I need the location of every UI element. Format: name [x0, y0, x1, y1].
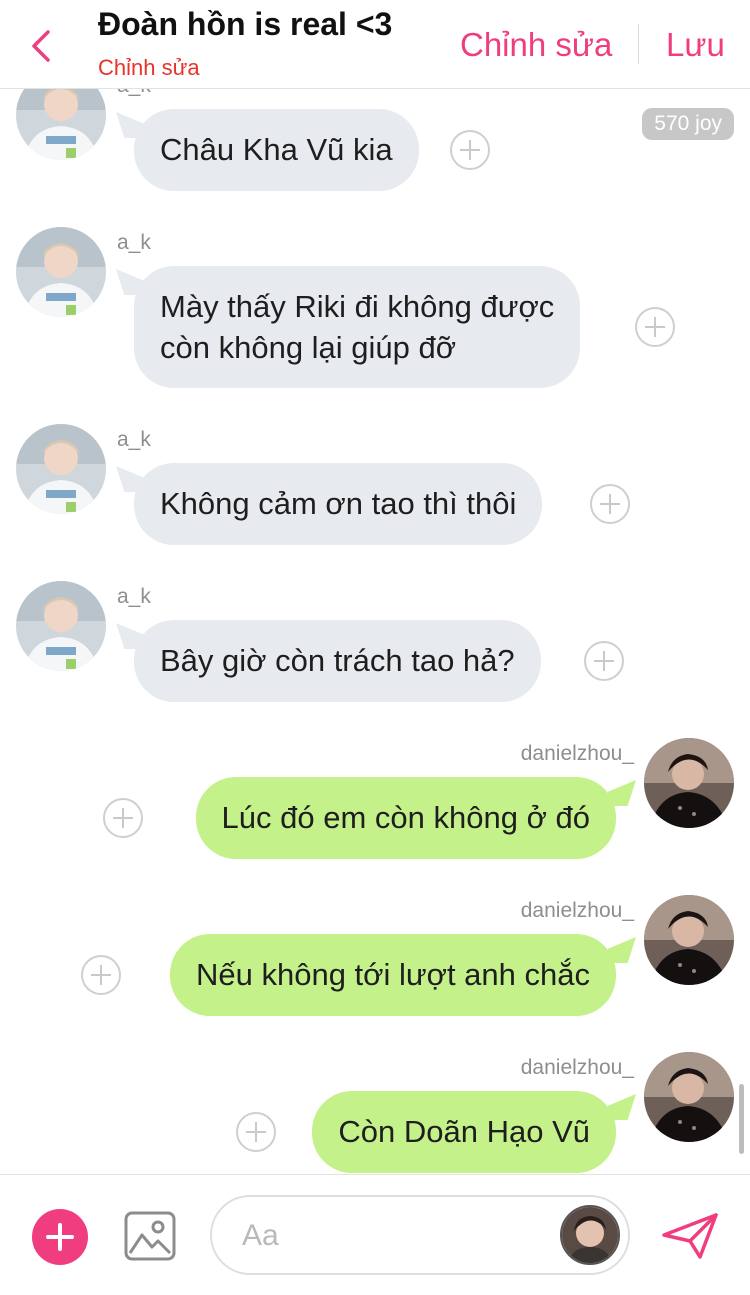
add-reaction-button[interactable] — [584, 641, 624, 681]
image-button[interactable] — [124, 1211, 176, 1261]
avatar[interactable] — [644, 1052, 734, 1142]
message-line: Mày thấy Riki đi không được còn không lạ… — [160, 289, 555, 365]
add-reaction-button[interactable] — [590, 484, 630, 524]
add-button[interactable] — [32, 1209, 88, 1265]
avatar[interactable] — [644, 738, 734, 828]
header-divider — [638, 24, 639, 64]
username: a_k — [117, 231, 151, 254]
chat-header: Đoàn hồn is real <3 Chỉnh sửa Chỉnh sửa … — [0, 0, 750, 89]
composer-bar — [0, 1174, 750, 1295]
username: danielzhou_ — [520, 899, 634, 922]
username: a_k — [117, 428, 151, 451]
add-reaction-button[interactable] — [103, 798, 143, 838]
add-reaction-button[interactable] — [450, 130, 490, 170]
message-list[interactable]: 570 joy a_k Châu Kha Vũ kia a_k Mày thấy… — [0, 88, 750, 1174]
message-bubble[interactable]: Nếu không tới lượt anh chắc — [169, 934, 616, 1016]
username: danielzhou_ — [520, 1056, 634, 1079]
message-bubble[interactable]: Bây giờ còn trách tao hả? — [134, 620, 541, 702]
message-input-box[interactable] — [210, 1195, 630, 1275]
avatar-picker[interactable] — [560, 1205, 620, 1265]
edit-button[interactable]: Chỉnh sửa — [460, 26, 612, 64]
avatar[interactable] — [16, 424, 106, 514]
message-bubble[interactable]: Còn Doãn Hạo Vũ — [312, 1091, 616, 1173]
chevron-left-icon — [32, 30, 50, 62]
username: danielzhou_ — [520, 742, 634, 765]
avatar[interactable] — [16, 581, 106, 671]
image-icon — [124, 1211, 176, 1261]
username: a_k — [117, 585, 151, 608]
scrollbar[interactable] — [739, 1084, 744, 1154]
message-bubble[interactable]: Châu Kha Vũ kia — [134, 109, 419, 191]
message-input[interactable] — [240, 1213, 544, 1259]
back-button[interactable] — [22, 24, 66, 68]
add-reaction-button[interactable] — [236, 1112, 276, 1152]
add-reaction-button[interactable] — [635, 307, 675, 347]
add-reaction-button[interactable] — [81, 955, 121, 995]
avatar[interactable] — [16, 88, 106, 160]
message-bubble[interactable]: Mày thấy Riki đi không được còn không lạ… — [134, 266, 581, 388]
avatar[interactable] — [644, 895, 734, 985]
send-button[interactable] — [660, 1211, 720, 1261]
save-button[interactable]: Lưu — [666, 26, 725, 64]
message-bubble[interactable]: Không cảm ơn tao thì thôi — [134, 463, 543, 545]
avatar[interactable] — [16, 227, 106, 317]
chat-subtitle[interactable]: Chỉnh sửa — [98, 55, 200, 81]
username: a_k — [117, 88, 151, 98]
send-icon — [662, 1213, 718, 1259]
joy-badge: 570 joy — [642, 108, 734, 140]
message-bubble[interactable]: Lúc đó em còn không ở đó — [195, 777, 616, 859]
chat-title: Đoàn hồn is real <3 — [98, 6, 393, 42]
